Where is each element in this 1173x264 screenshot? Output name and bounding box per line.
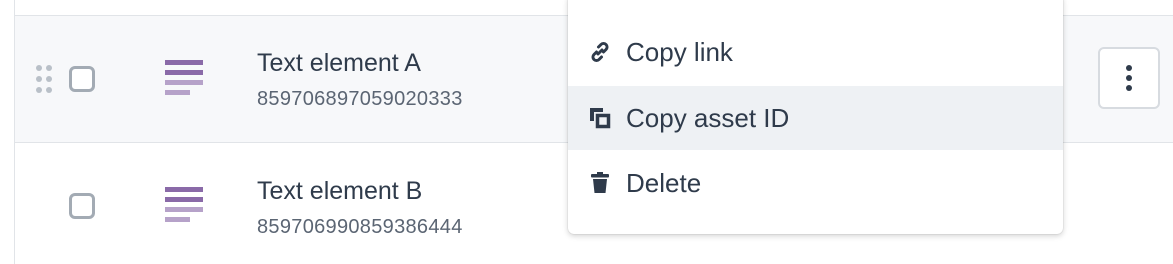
more-options-button[interactable]: [1098, 47, 1160, 109]
drag-handle-icon[interactable]: [36, 65, 52, 93]
menu-item-delete[interactable]: Delete: [568, 151, 1063, 215]
text-lines-icon: [165, 187, 203, 222]
asset-id: 859706990859386444: [257, 216, 463, 238]
asset-title: Text element A: [257, 49, 421, 77]
text-lines-icon: [165, 60, 203, 95]
asset-list-view: Text element A 859706897059020333 Text e…: [0, 0, 1173, 264]
menu-item-label: Copy asset ID: [626, 103, 790, 133]
row-checkbox[interactable]: [69, 66, 95, 92]
more-vertical-icon: [1126, 65, 1132, 91]
asset-title: Text element B: [257, 177, 423, 205]
row-checkbox[interactable]: [69, 193, 95, 219]
context-menu: Copy link Copy asset ID Delete: [568, 0, 1063, 234]
asset-id: 859706897059020333: [257, 88, 463, 110]
menu-item-label: Copy link: [626, 37, 733, 67]
menu-item-copy-link[interactable]: Copy link: [568, 20, 1063, 84]
link-icon: [591, 41, 609, 63]
trash-icon: [591, 172, 609, 193]
menu-item-copy-asset-id[interactable]: Copy asset ID: [568, 86, 1063, 150]
copy-icon: [590, 108, 611, 129]
menu-item-label: Delete: [626, 168, 702, 198]
